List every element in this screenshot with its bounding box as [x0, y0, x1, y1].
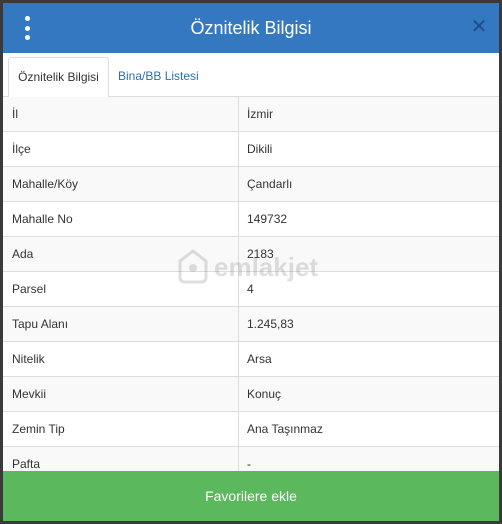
row-key: Mahalle No	[12, 212, 73, 226]
row-value: 4	[247, 282, 254, 296]
row-value: Ana Taşınmaz	[247, 422, 323, 436]
row-key: Zemin Tip	[12, 422, 65, 436]
tab-attribute-info[interactable]: Öznitelik Bilgisi	[8, 57, 109, 98]
table-row: Mahalle No 149732	[3, 202, 499, 237]
table-row: Mevkii Konuç	[3, 377, 499, 412]
row-value: İzmir	[247, 107, 273, 121]
table-row: Zemin Tip Ana Taşınmaz	[3, 412, 499, 447]
row-value: Çandarlı	[247, 177, 293, 191]
close-icon[interactable]: ✕	[469, 17, 489, 37]
row-value: 2183	[247, 247, 274, 261]
attribute-table: İl İzmir İlçe Dikili Mahalle/Köy Çandarlı M…	[3, 97, 499, 482]
table-row: İlçe Dikili	[3, 132, 499, 167]
row-value: Arsa	[247, 352, 272, 366]
table-row: İl İzmir	[3, 97, 499, 132]
table-row: Mahalle/Köy Çandarlı	[3, 167, 499, 202]
row-key: İlçe	[12, 142, 31, 156]
row-key: Parsel	[12, 282, 47, 296]
row-value: 1.245,83	[247, 317, 294, 331]
dialog-header: Öznitelik Bilgisi ✕	[3, 3, 499, 53]
table-row: Parsel 4	[3, 272, 499, 307]
table-row: Nitelik Arsa	[3, 342, 499, 377]
add-to-favorites-button[interactable]: Favorilere ekle	[3, 471, 499, 521]
tab-building-list[interactable]: Bina/BB Listesi	[118, 57, 199, 95]
row-key: Ada	[12, 247, 34, 261]
dialog-title: Öznitelik Bilgisi	[190, 18, 312, 38]
row-key: Nitelik	[12, 352, 45, 366]
row-value: Dikili	[247, 142, 273, 156]
row-key: İl	[12, 107, 18, 121]
tab-bar: Öznitelik Bilgisi Bina/BB Listesi	[3, 57, 499, 98]
row-key: Mahalle/Köy	[12, 177, 79, 191]
table-row: Ada 2183	[3, 237, 499, 272]
attribute-dialog: Öznitelik Bilgisi ✕ Öznitelik Bilgisi Bi…	[3, 3, 499, 521]
row-value: Konuç	[247, 387, 282, 401]
table-row: Tapu Alanı 1.245,83	[3, 307, 499, 342]
row-key: Tapu Alanı	[12, 317, 69, 331]
row-value: 149732	[247, 212, 288, 226]
row-key: Mevkii	[12, 387, 47, 401]
